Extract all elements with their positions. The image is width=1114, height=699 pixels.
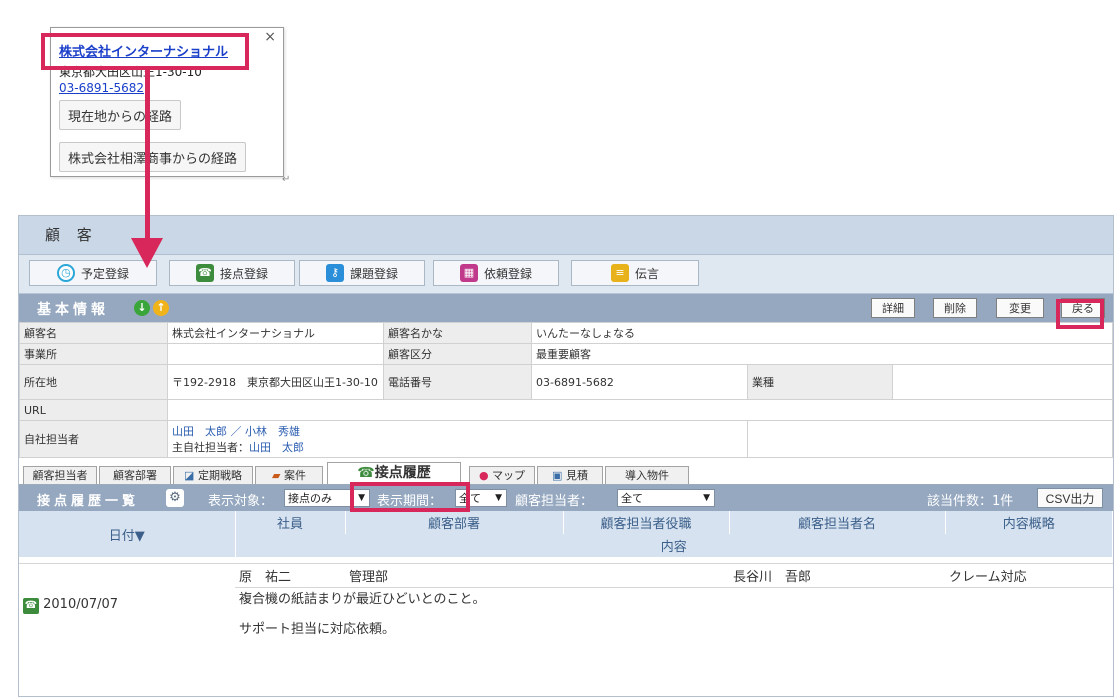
value-url	[167, 399, 1113, 421]
history-role	[563, 563, 729, 588]
estimate-icon: ▣	[552, 469, 563, 482]
value-name: 株式会社インターナショナル	[167, 322, 384, 344]
tab-customer-contacts[interactable]: 顧客担当者	[23, 466, 97, 484]
tab-contact-history[interactable]: ☎接点履歴	[327, 462, 461, 484]
clock-icon: ◷	[56, 264, 75, 282]
value-office	[167, 343, 384, 365]
history-content: 複合機の紙詰まりが最近ひどいとのこと。 サポート担当に対応依頼。	[239, 592, 486, 637]
csv-export-button[interactable]: CSV出力	[1037, 488, 1103, 508]
detail-button[interactable]: 詳細	[871, 298, 915, 318]
label-name: 顧客名	[19, 322, 168, 344]
phone-link[interactable]: 03-6891-5682	[59, 81, 144, 95]
history-person: 長谷川 吾郎	[729, 563, 945, 588]
action-bar: ◷ 予定登録 ☎ 接点登録 ⚷ 課題登録 ▦ 依頼登録 ≡ 伝言	[19, 255, 1113, 294]
basic-info-title: 基本情報	[37, 302, 109, 318]
label-staff: 自社担当者	[19, 420, 168, 458]
customer-panel: 顧 客 ◷ 予定登録 ☎ 接点登録 ⚷ 課題登録 ▦ 依頼登録 ≡ 伝言 基本情…	[18, 215, 1114, 697]
col-person: 顧客担当者名	[729, 511, 946, 534]
tab-deals[interactable]: ▰ 案件	[255, 466, 323, 484]
tab-installed-items[interactable]: 導入物件	[605, 466, 689, 484]
request-register-button[interactable]: ▦ 依頼登録	[433, 260, 559, 286]
arrow-up-icon[interactable]: ↑	[153, 300, 169, 316]
table-row[interactable]: ☎ 2010/07/07 原 祐二 管理部 長谷川 吾郎 クレーム対応	[19, 563, 1113, 646]
label-url: URL	[19, 399, 168, 421]
col-date[interactable]: 日付▼	[19, 511, 236, 557]
label-office: 事業所	[19, 343, 168, 365]
contact-label: 顧客担当者：	[515, 494, 594, 509]
history-dept: 管理部	[345, 563, 563, 588]
tab-customer-departments[interactable]: 顧客部署	[99, 466, 171, 484]
col-content: 内容	[235, 534, 1113, 557]
label-industry: 業種	[747, 364, 893, 400]
annotation-arrow	[145, 70, 150, 240]
label-phone: 電話番号	[383, 364, 532, 400]
contact-select[interactable]: 全て ▼	[617, 489, 715, 507]
basic-info-bar: 基本情報 ↓ ↑ 詳細 削除 変更 戻る	[19, 294, 1113, 322]
label-kana: 顧客名かな	[383, 322, 532, 344]
value-kana: いんたーなしょなる	[531, 322, 1113, 344]
map-info-popup: × 株式会社インターナショナル 東京都大田区山王1-30-10 03-6891-…	[50, 27, 284, 177]
main-staff-label: 主自社担当者：	[172, 441, 249, 454]
return-mark-icon: ↵	[282, 174, 291, 185]
contact-icon: ☎	[357, 465, 375, 481]
gift-icon: ▦	[459, 264, 478, 282]
caret-down-icon: ▼	[703, 493, 710, 503]
key-icon: ⚷	[325, 264, 344, 282]
route-from-current-button[interactable]: 現在地からの経路	[59, 100, 182, 130]
deal-icon: ▰	[272, 469, 281, 482]
map-pin-icon: ●	[478, 469, 489, 482]
history-table: 日付▼ 社員 顧客部署 顧客担当者役職 顧客担当者名 内容概略 内容 ☎ 201…	[19, 511, 1113, 646]
history-staff: 原 祐二	[235, 563, 345, 588]
arrow-down-icon[interactable]: ↓	[134, 300, 150, 316]
contact-register-button[interactable]: ☎ 接点登録	[169, 260, 295, 286]
caret-down-icon: ▼	[358, 493, 365, 503]
col-role: 顧客担当者役職	[563, 511, 730, 534]
label-category: 顧客区分	[383, 343, 532, 365]
history-list-title: 接点履歴一覧	[37, 494, 140, 509]
history-list-bar: 接点履歴一覧 ⚙ 表示対象： 接点のみ ▼ 表示期間： 全て ▼ 顧客担当者： 全て…	[19, 485, 1113, 511]
col-staff: 社員	[235, 511, 346, 534]
edit-button[interactable]: 変更	[996, 298, 1044, 318]
tab-map[interactable]: ● マップ	[469, 466, 535, 484]
col-summary: 内容概略	[945, 511, 1113, 534]
col-dept: 顧客部署	[345, 511, 564, 534]
history-summary: クレーム対応	[945, 563, 1113, 588]
annotation-arrow-head	[131, 238, 163, 268]
value-address: 〒192-2918 東京都大田区山王1-30-10	[167, 364, 384, 400]
popup-address: 東京都大田区山王1-30-10	[59, 65, 202, 79]
tab-regular-strategy[interactable]: ◪ 定期戦略	[173, 466, 253, 484]
value-phone: 03-6891-5682	[531, 364, 748, 400]
message-icon: ≡	[610, 264, 629, 282]
caret-down-icon: ▼	[495, 493, 502, 503]
result-count: 該当件数：1件	[927, 494, 1014, 509]
strategy-icon: ◪	[184, 469, 195, 482]
period-label: 表示期間：	[377, 494, 443, 509]
target-select[interactable]: 接点のみ ▼	[284, 489, 370, 507]
gear-icon[interactable]: ⚙	[166, 489, 184, 507]
back-button[interactable]: 戻る	[1061, 298, 1105, 318]
delete-button[interactable]: 削除	[933, 298, 977, 318]
route-from-office-button[interactable]: 株式会社相澤商事からの経路	[59, 142, 247, 172]
basic-info-table: 顧客名 株式会社インターナショナル 顧客名かな いんたーなしょなる 事業所 顧客…	[19, 322, 1113, 458]
label-address: 所在地	[19, 364, 168, 400]
contact-icon: ☎	[195, 264, 214, 282]
page-title: 顧 客	[19, 216, 1113, 255]
target-label: 表示対象：	[208, 494, 274, 509]
company-link[interactable]: 株式会社インターナショナル	[59, 41, 228, 60]
tab-bar: 顧客担当者 顧客部署 ◪ 定期戦略 ▰ 案件 ☎接点履歴 ● マップ ▣ 見積 …	[19, 462, 1113, 485]
main-staff-name[interactable]: 山田 太郎	[249, 441, 304, 454]
staff-names[interactable]: 山田 太郎 ／ 小林 秀雄	[172, 423, 743, 439]
contact-icon: ☎	[23, 597, 39, 614]
close-icon[interactable]: ×	[264, 29, 276, 45]
value-staff: 山田 太郎 ／ 小林 秀雄 主自社担当者：山田 太郎	[167, 420, 748, 458]
issue-register-button[interactable]: ⚷ 課題登録	[299, 260, 425, 286]
history-date: 2010/07/07	[43, 596, 119, 612]
message-button[interactable]: ≡ 伝言	[571, 260, 699, 286]
value-industry	[892, 364, 1113, 400]
value-category: 最重要顧客	[531, 343, 1113, 365]
period-select[interactable]: 全て ▼	[455, 489, 507, 507]
tab-estimates[interactable]: ▣ 見積	[537, 466, 603, 484]
